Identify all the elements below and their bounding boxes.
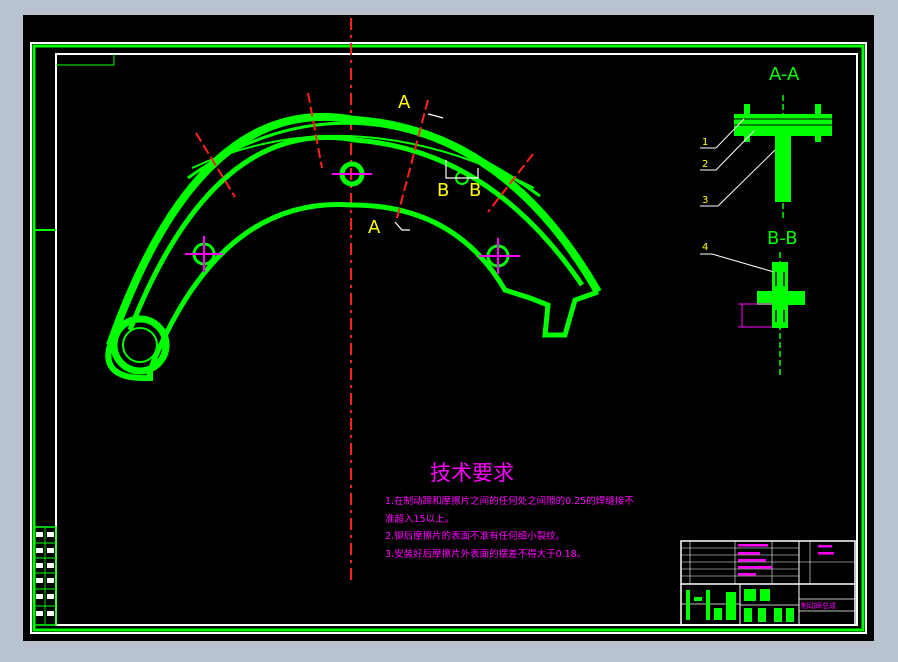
drawing-name: 制动蹄总成 (801, 601, 836, 610)
tech-req-item-1b: 准超入15以上。 (385, 513, 454, 525)
tech-req-item-2: 2.铆后摩擦片的表面不准有任何细小裂纹。 (385, 530, 565, 542)
tech-req-item-3: 3.安装好后摩擦片外表面的摆差不得大于0.18。 (385, 548, 586, 560)
callout-4: 4 (702, 242, 708, 253)
drawing-canvas: A A B B A-A 1 2 3 B-B 4 技术要求 1.在制动蹄和摩擦片之… (23, 15, 874, 641)
callout-1: 1 (702, 137, 708, 148)
section-label-b-left: B (437, 180, 449, 201)
section-aa-title: A-A (769, 64, 800, 85)
tech-req-title: 技术要求 (430, 461, 514, 485)
section-label-a-lower: A (368, 217, 381, 238)
section-label-a-upper: A (398, 92, 411, 113)
callout-3: 3 (702, 195, 708, 206)
section-bb-title: B-B (767, 228, 798, 249)
tech-req-item-1a: 1.在制动蹄和摩擦片之间的任何处之间隙的0.25的焊缝接不 (385, 495, 634, 507)
callout-2: 2 (702, 159, 708, 170)
cad-viewport[interactable]: A A B B A-A 1 2 3 B-B 4 技术要求 1.在制动蹄和摩擦片之… (0, 0, 898, 658)
section-label-b-right: B (469, 180, 481, 201)
